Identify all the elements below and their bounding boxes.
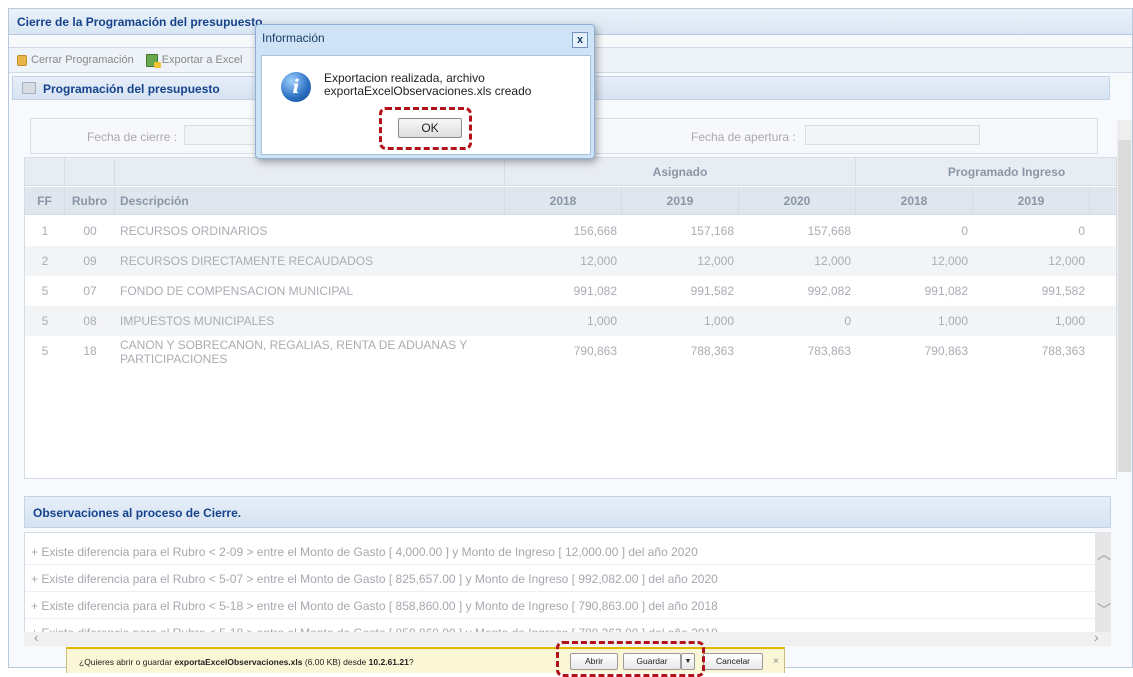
cell-ff: 5 bbox=[41, 284, 49, 298]
cell-ingreso-2019: 1,000 bbox=[1054, 314, 1085, 328]
col-ingreso-2019[interactable]: 2019 bbox=[973, 187, 1090, 215]
cell-asignado-2019: 991,582 bbox=[690, 284, 734, 298]
cell-ingreso-2019: 788,363 bbox=[1041, 344, 1085, 358]
budget-panel-title: Programación del presupuesto bbox=[43, 82, 220, 96]
cell-ff: 5 bbox=[41, 314, 49, 328]
close-programming-button[interactable]: Cerrar Programación bbox=[17, 54, 134, 66]
grid-column-header: FF Rubro Descripción 2018 2019 2020 2018… bbox=[25, 187, 1116, 215]
cell-rubro: 09 bbox=[83, 254, 97, 268]
observations-header: Observaciones al proceso de Cierre. bbox=[24, 496, 1111, 528]
cell-rubro: 00 bbox=[83, 224, 97, 238]
dialog-message-line: exportaExcelObservaciones.xls creado bbox=[324, 84, 532, 98]
cell-ingreso-2019: 12,000 bbox=[1048, 254, 1085, 268]
cell-asignado-2018: 156,668 bbox=[573, 224, 617, 238]
observations-list: + Existe diferencia para el Rubro < 2-09… bbox=[24, 532, 1096, 644]
col-ff[interactable]: FF bbox=[25, 187, 65, 215]
cell-asignado-2020: 0 bbox=[844, 314, 851, 328]
close-date-label: Fecha de cierre : bbox=[87, 130, 178, 144]
export-excel-button[interactable]: Exportar a Excel bbox=[145, 53, 243, 68]
scroll-up-icon[interactable]: ︿ bbox=[1097, 544, 1111, 564]
panel-icon bbox=[22, 82, 36, 94]
observation-line: + Existe diferencia para el Rubro < 5-07… bbox=[25, 566, 1095, 592]
cell-rubro: 08 bbox=[83, 314, 97, 328]
scroll-left-icon[interactable]: ‹ bbox=[34, 629, 39, 645]
cell-descripcion: RECURSOS ORDINARIOS bbox=[120, 224, 268, 238]
cell-descripcion: CANON Y SOBRECANON, REGALIAS, RENTA DE A… bbox=[120, 338, 467, 366]
cell-asignado-2020: 157,668 bbox=[807, 224, 851, 238]
cell-ingreso-2018: 1,000 bbox=[937, 314, 968, 328]
table-row[interactable]: 5 07 FONDO DE COMPENSACION MUNICIPAL 991,08… bbox=[25, 276, 1116, 306]
cell-asignado-2018: 12,000 bbox=[580, 254, 617, 268]
cell-asignado-2019: 1,000 bbox=[703, 314, 734, 328]
cell-ff: 1 bbox=[41, 224, 49, 238]
download-prompt: ¿Quieres abrir o guardar exportaExcelObs… bbox=[79, 657, 414, 667]
cell-asignado-2019: 788,363 bbox=[690, 344, 734, 358]
dialog-title: Información bbox=[262, 31, 325, 45]
cell-asignado-2018: 1,000 bbox=[586, 314, 617, 328]
cell-asignado-2020: 12,000 bbox=[814, 254, 851, 268]
group-assigned-header: Asignado bbox=[505, 158, 856, 186]
observation-line: + Existe diferencia para el Rubro < 5-18… bbox=[25, 593, 1095, 619]
table-row[interactable]: 1 00 RECURSOS ORDINARIOS 156,668 157,168 157,… bbox=[25, 216, 1116, 246]
cell-ff: 2 bbox=[41, 254, 49, 268]
table-row[interactable]: 2 09 RECURSOS DIRECTAMENTE RECAUDADOS 12,00… bbox=[25, 246, 1116, 276]
table-row[interactable]: 5 18 CANON Y SOBRECANON, REGALIAS, RENTA D… bbox=[25, 336, 1116, 372]
download-host: 10.2.61.21 bbox=[368, 657, 409, 667]
close-icon[interactable]: × bbox=[773, 656, 779, 667]
cell-ingreso-2018: 0 bbox=[961, 224, 968, 238]
cell-ingreso-2019: 991,582 bbox=[1041, 284, 1085, 298]
cell-asignado-2019: 157,168 bbox=[690, 224, 734, 238]
download-buttons-highlight-annotation bbox=[556, 641, 705, 677]
col-descripcion[interactable]: Descripción bbox=[115, 187, 505, 215]
open-date-label: Fecha de apertura : bbox=[691, 130, 796, 144]
excel-export-icon bbox=[145, 53, 161, 68]
cell-asignado-2020: 783,863 bbox=[807, 344, 851, 358]
col-asignado-2020[interactable]: 2020 bbox=[739, 187, 856, 215]
col-ingreso-2018[interactable]: 2018 bbox=[856, 187, 973, 215]
cell-descripcion: RECURSOS DIRECTAMENTE RECAUDADOS bbox=[120, 254, 374, 268]
col-asignado-2019[interactable]: 2019 bbox=[622, 187, 739, 215]
cell-ingreso-2018: 790,863 bbox=[924, 344, 968, 358]
dialog-message: Exportacion realizada, archivo exportaEx… bbox=[324, 72, 531, 98]
info-icon: i bbox=[281, 72, 311, 102]
cell-ff: 5 bbox=[41, 344, 49, 358]
cell-rubro: 18 bbox=[83, 344, 97, 358]
scroll-down-icon[interactable]: ﹀ bbox=[1097, 600, 1111, 620]
col-rubro[interactable]: Rubro bbox=[65, 187, 115, 215]
table-row[interactable]: 5 08 IMPUESTOS MUNICIPALES 1,000 1,000 0 1,000… bbox=[25, 306, 1116, 336]
cell-asignado-2018: 991,082 bbox=[573, 284, 617, 298]
cell-descripcion: IMPUESTOS MUNICIPALES bbox=[120, 314, 275, 328]
cell-descripcion: FONDO DE COMPENSACION MUNICIPAL bbox=[120, 284, 354, 298]
scroll-right-icon[interactable]: › bbox=[1094, 629, 1099, 645]
cell-asignado-2018: 790,863 bbox=[573, 344, 617, 358]
dialog-close-button[interactable]: x bbox=[572, 32, 588, 48]
grid-group-header: Asignado Programado Ingreso bbox=[25, 158, 1116, 186]
export-excel-label: Exportar a Excel bbox=[161, 54, 243, 66]
observation-line: + Existe diferencia para el Rubro < 2-09… bbox=[25, 539, 1095, 565]
grid-vertical-scrollbar[interactable] bbox=[1117, 120, 1132, 472]
download-filename: exportaExcelObservaciones.xls bbox=[174, 657, 303, 667]
close-programming-label: Cerrar Programación bbox=[31, 54, 134, 66]
budget-grid: Asignado Programado Ingreso FF Rubro Des… bbox=[24, 157, 1117, 479]
cell-asignado-2020: 992,082 bbox=[807, 284, 851, 298]
col-asignado-2018[interactable]: 2018 bbox=[505, 187, 622, 215]
ok-highlight-annotation bbox=[379, 107, 472, 150]
observations-vertical-scrollbar[interactable]: ︿ ﹀ bbox=[1095, 532, 1111, 644]
cancel-download-button[interactable]: Cancelar bbox=[703, 653, 763, 670]
group-income-header: Programado Ingreso bbox=[856, 158, 1116, 186]
cell-ingreso-2018: 12,000 bbox=[931, 254, 968, 268]
lock-icon bbox=[17, 54, 27, 66]
cell-rubro: 07 bbox=[83, 284, 97, 298]
cell-ingreso-2019: 0 bbox=[1078, 224, 1085, 238]
cell-ingreso-2018: 991,082 bbox=[924, 284, 968, 298]
open-date-input[interactable] bbox=[805, 125, 980, 145]
cell-asignado-2019: 12,000 bbox=[697, 254, 734, 268]
